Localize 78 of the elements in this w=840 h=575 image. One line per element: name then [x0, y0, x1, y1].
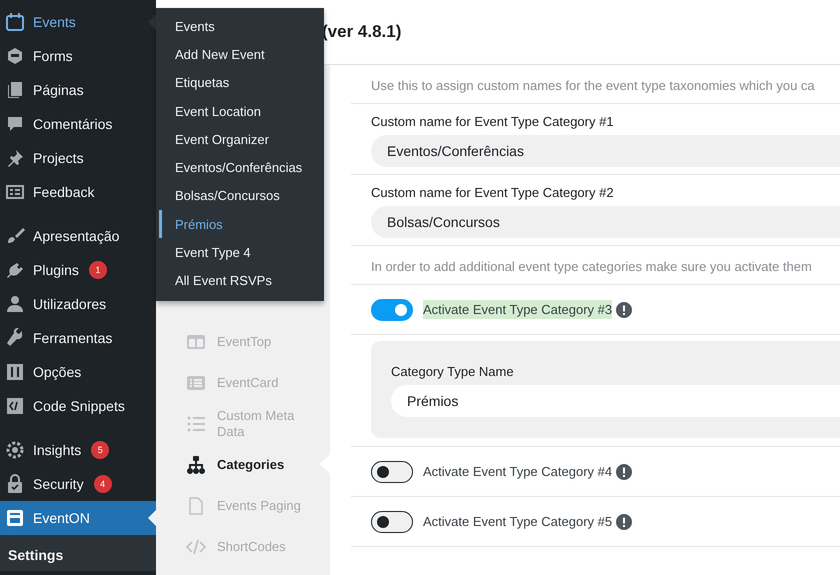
toggle-label: Activate Event Type Category #5	[423, 513, 612, 531]
user-icon	[5, 294, 25, 314]
menu-label: Comentários	[33, 116, 112, 132]
field-label: Custom name for Event Type Category #1	[371, 114, 615, 129]
wrench-icon	[5, 328, 25, 348]
file-icon	[186, 496, 206, 516]
submenu-item[interactable]: Add New Event	[159, 40, 324, 69]
text-field[interactable]: Eventos/Conferências	[371, 135, 840, 167]
code-icon	[5, 396, 25, 416]
pages-icon	[5, 80, 25, 100]
count-badge: 5	[91, 441, 110, 459]
help-text: Use this to assign custom names for the event type taxonomies which you ca	[351, 65, 840, 104]
calendar-icon	[5, 508, 25, 528]
submenu-item[interactable]: Events	[159, 12, 324, 40]
menu-label: Plugins	[33, 262, 79, 278]
menu-label: Insights	[33, 442, 82, 458]
menu-label: Páginas	[33, 82, 84, 98]
sidebar-item[interactable]: Code Snippets	[0, 389, 156, 423]
toggle-switch[interactable]	[371, 510, 413, 532]
info-icon[interactable]	[616, 302, 632, 318]
sidebar-item[interactable]: Utilizadores	[0, 287, 156, 321]
sidebar-item[interactable]: Forms	[0, 39, 156, 73]
info-icon[interactable]	[616, 464, 632, 480]
help-text: In order to add additional event type categories make sure you activate them	[351, 246, 840, 285]
gear-icon	[5, 440, 25, 460]
sliders-icon	[5, 362, 25, 382]
menu-pointer	[148, 510, 156, 526]
sidebar-item[interactable]: Insights 5	[0, 433, 156, 467]
sidebar-item[interactable]: Plugins 1	[0, 253, 156, 287]
submenu-item[interactable]: Bolsas/Concursos	[159, 182, 324, 210]
lock-icon	[5, 474, 25, 494]
brush-icon	[5, 226, 25, 246]
menu-label: Utilizadores	[33, 296, 106, 312]
sidebar-item[interactable]: Projects	[0, 141, 156, 175]
menu-label: Security	[33, 476, 84, 492]
menu-label: Apresentação	[33, 228, 120, 244]
list-icon	[186, 414, 206, 434]
toggle-switch[interactable]	[371, 298, 413, 320]
menu-label: Events	[33, 14, 76, 30]
text-field[interactable]: Bolsas/Concursos	[371, 206, 840, 238]
submenu-item[interactable]: Event Type 4	[159, 238, 324, 267]
count-badge: 1	[88, 261, 107, 279]
plug-icon	[5, 260, 25, 280]
field-label: Custom name for Event Type Category #2	[371, 185, 615, 200]
field-label: Category Type Name	[391, 364, 515, 379]
sitemap-icon	[186, 454, 206, 474]
sidebar-item[interactable]: EventON	[0, 501, 156, 535]
sidebar-item[interactable]: Comentários	[0, 107, 156, 141]
sidebar-item[interactable]: Páginas	[0, 73, 156, 107]
submenu-item[interactable]: Event Location	[159, 96, 324, 126]
sidebar-item[interactable]: Feedback	[0, 175, 156, 209]
calendar-icon	[5, 12, 25, 32]
submenu-item[interactable]: Prémios	[159, 210, 324, 238]
menu-label: Opções	[33, 364, 82, 380]
submenu-item[interactable]: Etiquetas	[159, 68, 324, 97]
menu-label: Projects	[33, 150, 84, 166]
count-badge: 4	[94, 475, 112, 493]
menu-label: Forms	[33, 48, 73, 64]
submenu-item[interactable]: Settings	[0, 535, 156, 571]
sidebar-item[interactable]: Ferramentas	[0, 321, 156, 355]
submenu-item[interactable]: Eventos/Conferências	[159, 153, 324, 182]
toggle-label: Activate Event Type Category #3	[423, 300, 612, 319]
sidebar-item[interactable]: Security 4	[0, 467, 156, 501]
toggle-switch[interactable]	[371, 460, 413, 482]
submenu-item[interactable]: Event Organizer	[159, 125, 324, 154]
menu-label: EventON	[33, 510, 90, 526]
text-field[interactable]: Prémios	[391, 385, 840, 417]
submenu-item[interactable]: All Event RSVPs	[159, 266, 324, 295]
toggle-label: Activate Event Type Category #4	[423, 463, 612, 481]
info-icon[interactable]	[616, 514, 632, 530]
menu-label: Code Snippets	[33, 398, 125, 414]
sidebar-item[interactable]: Apresentação	[0, 219, 156, 253]
menu-label: Ferramentas	[33, 330, 112, 346]
menu-label: Feedback	[33, 184, 94, 200]
comment-icon	[5, 114, 25, 134]
form-icon	[5, 46, 25, 66]
feedback-icon	[5, 182, 25, 202]
sidebar-item[interactable]: Opções	[0, 355, 156, 389]
